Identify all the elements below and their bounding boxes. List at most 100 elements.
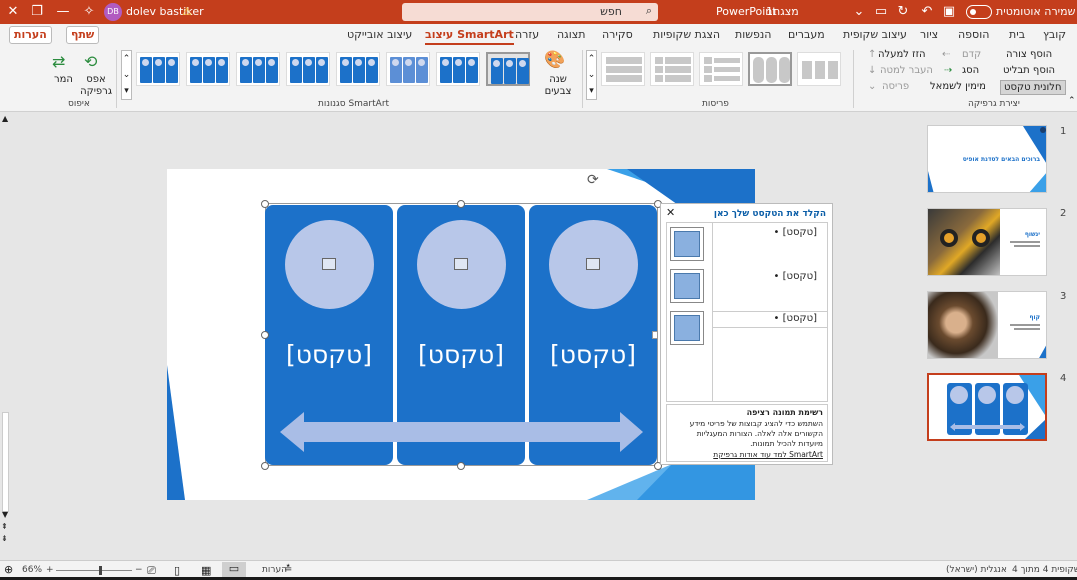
style-option-4[interactable] [286,52,330,86]
bullet-text[interactable]: [טקסט] [783,271,817,282]
tab-home[interactable]: בית [1009,28,1025,41]
layout-option-5[interactable] [797,52,841,86]
next-slide-icon[interactable]: ⇟ [1,534,8,543]
slide-thumbnail-3[interactable]: קוף [927,291,1047,359]
layout-option-2[interactable] [650,52,694,86]
picture-placeholder[interactable] [417,220,506,309]
add-shape-button[interactable]: הוסף צורה [1006,49,1052,60]
bullet-text[interactable]: [טקסט] [783,227,817,238]
layout-option-4-selected[interactable] [748,52,792,86]
collapse-ribbon-icon[interactable]: ⌃ [1068,96,1076,106]
scroll-up-icon[interactable]: ▲ [2,114,8,123]
card-text[interactable]: [טקסט] [397,340,525,369]
text-pane-bullet-3[interactable]: • [טקסט] [774,313,817,324]
layout-option-1[interactable] [601,52,645,86]
minimize-icon[interactable]: — [54,3,72,21]
picture-icon[interactable] [322,258,336,270]
add-bullet-button[interactable]: הוסף תבליט [1003,65,1055,76]
present-icon[interactable]: ▭ [872,3,890,21]
zoom-level[interactable]: 66% [22,565,42,575]
image-placeholder-icon[interactable] [670,227,704,261]
reset-graphic-icon[interactable]: ⟲ [84,52,97,71]
tab-help[interactable]: עזרה [515,28,539,41]
tab-format[interactable]: עיצוב אובייקט [347,28,412,41]
tab-transitions[interactable]: מעברים [788,28,825,41]
tab-view[interactable]: תצוגה [557,28,585,41]
slide-thumbnail-4-selected[interactable] [927,373,1047,441]
language-status[interactable]: אנגלית (ישראל) [946,565,1007,575]
tab-design[interactable]: עיצוב שקופית [843,28,907,41]
learn-more-link[interactable]: למד עוד אודות גרפיקת SmartArt [713,450,823,459]
slide-thumbnail-2[interactable]: ינשוף [927,208,1047,276]
style-option-1[interactable] [136,52,180,86]
zoom-slider-thumb[interactable] [99,566,102,575]
text-pane-button[interactable]: חלונית טקסט [1000,80,1066,95]
avatar[interactable]: DB [104,3,122,21]
zoom-out-icon[interactable]: − [135,565,143,575]
fit-slide-icon[interactable]: ⊕ [4,563,13,576]
convert-icon[interactable]: ⇄ [52,52,65,71]
text-pane-bullet-1[interactable]: • [טקסט] [774,227,817,238]
picture-placeholder[interactable] [549,220,638,309]
resize-handle[interactable] [261,462,269,470]
tab-draw[interactable]: ציור [920,28,938,41]
style-option-6[interactable] [386,52,430,86]
tab-animations[interactable]: הנפשות [735,28,771,41]
gallery-scroll-left[interactable]: ⌃ ⌄ ▾ [121,50,132,100]
slide-thumbnail-1[interactable]: ברוכים הבאים לסדנת אופיס [927,125,1047,193]
card-text[interactable]: [טקסט] [265,340,393,369]
zoom-slider[interactable] [56,570,132,571]
rotate-handle-icon[interactable]: ⟳ [587,172,599,188]
style-option-2[interactable] [186,52,230,86]
repeat-icon[interactable]: ↻ [894,3,912,21]
normal-view-icon[interactable]: ▭ [222,562,246,578]
lightbulb-icon[interactable]: ✧ [80,3,98,21]
autosave-toggle[interactable] [966,5,992,19]
layout-gallery-scroll[interactable]: ⌃ ⌄ ▾ [586,50,597,100]
resize-handle[interactable] [457,200,465,208]
customize-qat-icon[interactable]: ⌄ [850,3,868,21]
change-colors-button[interactable]: שנה צבעים [538,74,578,98]
comments-button[interactable]: הערות [9,26,52,44]
zoom-in-icon[interactable]: + [46,565,54,575]
move-up-button[interactable]: הזז למעלה [878,49,926,60]
scrollbar-thumb[interactable] [2,412,9,512]
picture-placeholder[interactable] [285,220,374,309]
notes-icon[interactable]: ≛ [284,564,292,575]
tab-insert[interactable]: הוספה [958,28,989,41]
demote-button[interactable]: הסג [962,65,979,76]
restore-icon[interactable]: ❐ [28,3,46,21]
warning-icon[interactable]: ⚠ [182,5,192,18]
reset-graphic-button[interactable]: אפס גרפיקה [76,74,116,98]
slideshow-view-icon[interactable]: ⎚ [147,564,156,578]
resize-handle[interactable] [261,200,269,208]
palette-icon[interactable]: 🎨 [544,50,565,70]
style-option-7[interactable] [436,52,480,86]
tab-slideshow[interactable]: הצגת שקופיות [653,28,720,41]
image-placeholder-icon[interactable] [670,269,704,303]
scroll-down-icon[interactable]: ▼ [2,510,8,519]
image-placeholder-icon[interactable] [670,311,704,345]
style-option-3[interactable] [236,52,280,86]
share-button[interactable]: שתף [66,26,100,44]
prev-slide-icon[interactable]: ⇞ [1,522,8,531]
search-box[interactable]: חפש ⌕ [402,3,658,21]
text-pane-bullet-2[interactable]: • [טקסט] [774,271,817,282]
double-arrow-shape[interactable] [280,410,644,454]
resize-handle[interactable] [457,462,465,470]
text-pane-toggle[interactable] [652,331,658,339]
resize-handle[interactable] [261,331,269,339]
close-icon[interactable]: ✕ [4,3,22,21]
sorter-view-icon[interactable]: ▦ [201,564,211,577]
bullet-text[interactable]: [טקסט] [783,313,817,324]
card-text[interactable]: [טקסט] [529,340,657,369]
style-option-5[interactable] [336,52,380,86]
tab-smartart-design[interactable]: עיצוב SmartArt [425,28,514,45]
save-icon[interactable]: ▣ [940,3,958,21]
undo-icon[interactable]: ↶ [918,3,936,21]
picture-icon[interactable] [586,258,600,270]
convert-button[interactable]: המר [54,74,73,85]
reading-view-icon[interactable]: ▯ [174,564,180,577]
close-icon[interactable]: ✕ [666,206,675,219]
style-option-8-selected[interactable] [486,52,530,86]
